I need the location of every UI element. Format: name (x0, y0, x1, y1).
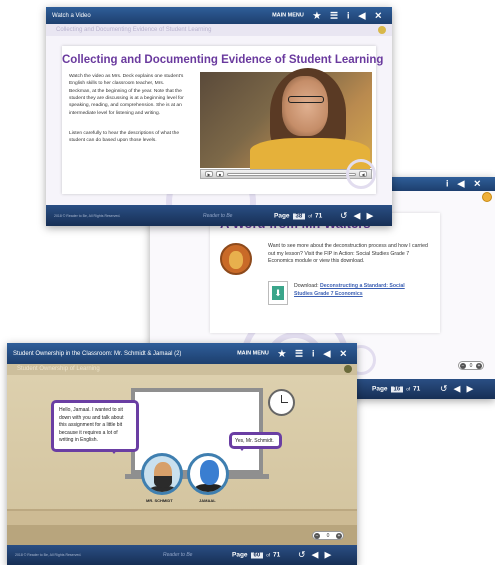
copyright-text: 2018 © Reader to Be, All Rights Reserved… (15, 553, 82, 557)
close-icon[interactable]: ✕ (473, 179, 481, 189)
brand-logo: Reader to Be (163, 552, 193, 558)
prev-page-button[interactable]: ◀ (354, 210, 361, 221)
info-icon[interactable]: i (347, 11, 350, 20)
bottom-bar: 2018 © Reader to Be, All Rights Reserved… (7, 545, 357, 565)
page-number[interactable]: 38 (292, 213, 306, 219)
page-indicator: Page 38 of 71 (274, 212, 323, 219)
info-icon[interactable]: i (446, 179, 449, 189)
top-bar: Watch a Video MAIN MENU ★ ☰ i ◀ ✕ (46, 7, 392, 24)
brand-logo: Reader to Be (203, 212, 233, 219)
undo-icon[interactable]: ↺ (440, 384, 448, 395)
decorative-circle (346, 159, 376, 189)
download-icon[interactable]: ⬇ (268, 281, 288, 305)
section-title: Student Ownership of Learning (7, 364, 357, 375)
lesson-paragraph: Listen carefully to hear the description… (69, 131, 180, 144)
page-number[interactable]: 16 (390, 386, 404, 393)
main-menu-button[interactable]: MAIN MENU (272, 13, 304, 19)
section-title: Collecting and Documenting Evidence of S… (46, 24, 392, 36)
menu-icon[interactable]: ☰ (295, 349, 303, 358)
download-prefix: Download: (294, 283, 319, 289)
window-watch-video: Watch a Video MAIN MENU ★ ☰ i ◀ ✕ Collec… (46, 7, 392, 226)
lesson-paragraph: Watch the video as Mrs. Deck explains on… (69, 74, 184, 116)
video-scrubber[interactable] (227, 172, 356, 176)
info-icon[interactable]: i (312, 349, 315, 358)
teacher-name-label: MR. SCHMIDT (146, 498, 173, 503)
close-icon[interactable]: ✕ (374, 11, 382, 20)
nav-controls: ↺ ◀ ▶ (298, 550, 331, 561)
stop-button[interactable]: ■ (216, 171, 224, 177)
prev-page-button[interactable]: ◀ (312, 550, 319, 561)
user-avatar-icon[interactable] (378, 26, 386, 34)
jamaal-avatar (187, 453, 229, 495)
zoom-control[interactable]: −0 + (458, 361, 484, 370)
undo-icon[interactable]: ↺ (340, 210, 348, 221)
lesson-card: Collecting and Documenting Evidence of S… (62, 46, 384, 194)
zoom-control[interactable]: −0 + (312, 531, 344, 540)
star-icon[interactable]: ★ (278, 349, 286, 358)
page-indicator: Page 60 of 71 (232, 551, 281, 559)
speech-bubble-student: Yes, Mr. Schmidt. (229, 432, 282, 451)
window-student-ownership: Student Ownership in the Classroom: Mr. … (7, 343, 357, 565)
bottom-bar: 2018 © Reader to Be, All Rights Reserved… (46, 205, 392, 226)
top-bar: Student Ownership in the Classroom: Mr. … (7, 343, 357, 364)
speech-bubble-teacher: Hello, Jamaal. I wanted to sit down with… (51, 400, 139, 454)
clock-icon (268, 389, 295, 416)
floor (7, 525, 357, 547)
body-text: Want to see more about the deconstructio… (268, 243, 428, 265)
top-menu: MAIN MENU ★ ☰ i ◀ ✕ (237, 349, 347, 358)
sound-icon[interactable]: ◀ (458, 179, 465, 189)
help-badge-icon[interactable] (482, 192, 492, 202)
undo-icon[interactable]: ↺ (298, 550, 306, 561)
video-player[interactable] (200, 68, 372, 170)
star-icon[interactable]: ★ (313, 11, 321, 20)
copyright-text: 2018 © Reader to Be, All Rights Reserved… (54, 213, 121, 218)
top-menu: MAIN MENU ★ ☰ i ◀ ✕ (272, 11, 382, 20)
mr-walters-avatar (220, 243, 252, 275)
next-page-button[interactable]: ▶ (366, 210, 373, 221)
download-text: Download: Deconstructing a Standard: Soc… (294, 283, 414, 298)
next-page-button[interactable]: ▶ (324, 550, 331, 561)
nav-controls: ↺ ◀ ▶ (440, 384, 473, 395)
prev-page-button[interactable]: ◀ (454, 384, 461, 395)
page-indicator: Page 16 of 71 (372, 385, 421, 393)
top-menu: i ◀ ✕ (446, 179, 481, 189)
student-name-label: JAMAAL (199, 498, 216, 503)
sound-icon[interactable]: ◀ (359, 11, 366, 20)
lesson-heading: Collecting and Documenting Evidence of S… (62, 54, 384, 66)
close-icon[interactable]: ✕ (339, 349, 347, 358)
window-title: Student Ownership in the Classroom: Mr. … (13, 350, 182, 357)
menu-icon[interactable]: ☰ (330, 11, 338, 20)
content-panel: A Word from Mr. Walters Want to see more… (210, 213, 440, 333)
page-number[interactable]: 60 (250, 552, 264, 559)
mr-schmidt-avatar (141, 453, 183, 495)
nav-controls: ↺ ◀ ▶ (340, 210, 373, 221)
play-button[interactable]: ▶ (205, 171, 213, 177)
lightbulb-icon[interactable] (344, 365, 352, 373)
window-title: Watch a Video (52, 12, 91, 19)
main-menu-button[interactable]: MAIN MENU (237, 351, 269, 357)
sound-icon[interactable]: ◀ (324, 349, 331, 358)
next-page-button[interactable]: ▶ (466, 384, 473, 395)
